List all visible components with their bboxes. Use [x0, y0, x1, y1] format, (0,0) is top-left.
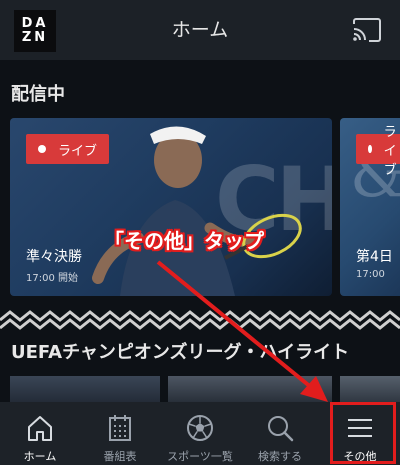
highlight-section-title: UEFAチャンピオンズリーグ・ハイライト [11, 342, 350, 363]
nav-search[interactable]: 検索する [240, 402, 320, 465]
live-card-2[interactable]: & ライブ 第4日 17:00 [340, 118, 400, 296]
annotation-label: 「その他」タップ [104, 229, 264, 253]
live-badge: ライブ [26, 134, 110, 164]
live-badge-label: ライブ [383, 124, 397, 178]
cast-icon[interactable] [352, 18, 382, 42]
card-title: 準々決勝 [26, 249, 82, 265]
annotation-highlight-box [330, 402, 396, 464]
nav-schedule-label: 番組表 [103, 450, 137, 463]
live-dot-icon [38, 145, 46, 153]
card-title: 第4日 [356, 249, 393, 265]
card-time: 17:00 開始 [26, 273, 78, 284]
calendar-icon [109, 415, 131, 441]
soccer-ball-icon [187, 415, 213, 441]
card-time: 17:00 [356, 269, 385, 280]
nav-sports[interactable]: スポーツ一覧 [160, 402, 240, 465]
nav-sports-label: スポーツ一覧 [167, 450, 233, 463]
live-dot-icon [368, 145, 372, 153]
live-badge-label: ライブ [58, 143, 98, 159]
zigzag-divider [0, 308, 400, 332]
live-card-1[interactable]: CH ライブ 準々決勝 17:00 開始 [10, 118, 332, 296]
nav-home-label: ホーム [23, 450, 57, 463]
page-title: ホーム [171, 19, 229, 41]
live-badge: ライブ [356, 125, 400, 178]
live-section-title: 配信中 [11, 84, 65, 105]
nav-home[interactable]: ホーム [0, 402, 80, 465]
nav-schedule[interactable]: 番組表 [80, 402, 160, 465]
home-icon [28, 416, 52, 441]
search-icon [268, 416, 294, 442]
nav-search-label: 検索する [258, 450, 302, 463]
app-header: DA ZN ホーム [0, 0, 400, 60]
